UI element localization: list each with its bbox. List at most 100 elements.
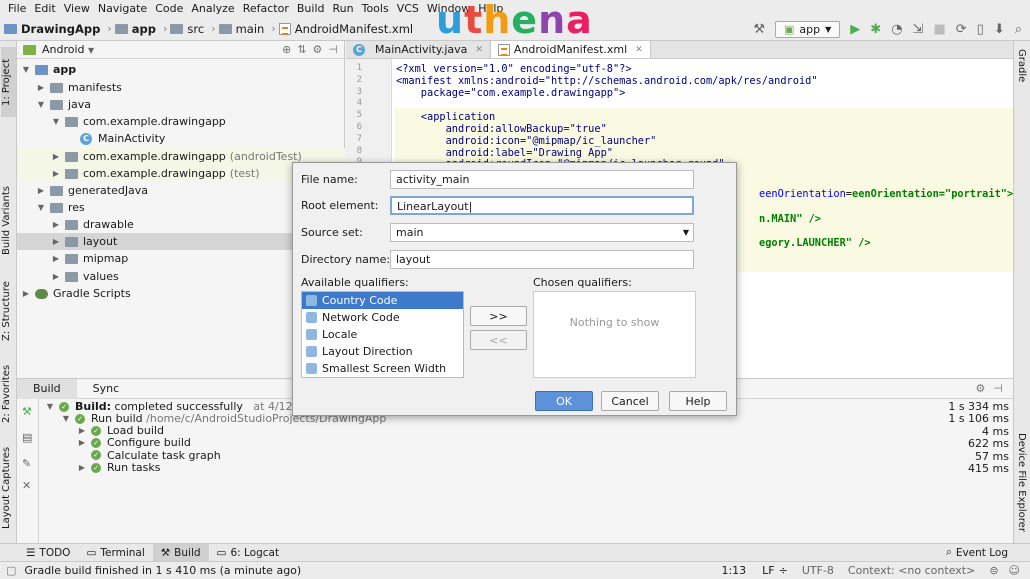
chevron-right-icon[interactable]: ▶ bbox=[51, 254, 61, 263]
toggle-view-icon[interactable]: ▤ bbox=[22, 431, 32, 444]
tree-item[interactable]: ▼ java bbox=[17, 96, 345, 113]
build-step-row[interactable]: ▶ ✓ Load build bbox=[77, 424, 164, 437]
attach-icon[interactable]: ⇲ bbox=[913, 22, 924, 37]
build-step-row[interactable]: ▶ ✓ Run tasks bbox=[77, 461, 161, 474]
breadcrumb-main[interactable]: main bbox=[218, 22, 264, 36]
chevron-down-icon[interactable]: ▼ bbox=[21, 65, 31, 74]
menu-item-edit[interactable]: Edit bbox=[30, 2, 59, 15]
chevron-right-icon[interactable]: ▶ bbox=[51, 237, 61, 246]
menu-item-navigate[interactable]: Navigate bbox=[94, 2, 151, 15]
remove-qualifier-button[interactable]: << bbox=[470, 330, 527, 350]
file-encoding[interactable]: UTF-8 bbox=[802, 564, 834, 577]
chevron-down-icon[interactable]: ▼ bbox=[36, 203, 46, 212]
chevron-right-icon[interactable]: ▶ bbox=[77, 438, 87, 447]
run-icon[interactable]: ▶ bbox=[850, 22, 860, 37]
debug-icon[interactable]: ✱ bbox=[870, 22, 881, 37]
close-icon[interactable]: ✕ bbox=[22, 479, 31, 492]
chevron-right-icon[interactable]: ▶ bbox=[36, 186, 46, 195]
pin-icon[interactable]: ✎ bbox=[22, 457, 31, 470]
chevron-right-icon[interactable]: ▶ bbox=[51, 169, 61, 178]
menu-item-file[interactable]: File bbox=[4, 2, 30, 15]
hide-panel-icon[interactable]: ⊣ bbox=[993, 382, 1003, 395]
avd-manager-icon[interactable]: ▯ bbox=[977, 22, 984, 37]
file-name-input[interactable]: activity_main bbox=[390, 170, 694, 189]
source-set-select[interactable]: main ▼ bbox=[390, 223, 694, 242]
build-tab[interactable]: ⚒ Build bbox=[152, 543, 209, 562]
project-view-select[interactable]: Android ▼ bbox=[42, 43, 94, 56]
menu-item-build[interactable]: Build bbox=[293, 2, 329, 15]
add-qualifier-button[interactable]: >> bbox=[470, 306, 527, 326]
build-step-row[interactable]: ✓ Calculate task graph bbox=[77, 449, 221, 462]
menu-item-vcs[interactable]: VCS bbox=[393, 2, 423, 15]
sdk-manager-icon[interactable]: ⬇ bbox=[994, 22, 1005, 37]
chevron-right-icon[interactable]: ▶ bbox=[77, 426, 87, 435]
cancel-button[interactable]: Cancel bbox=[601, 391, 659, 411]
chevron-right-icon[interactable]: ▶ bbox=[51, 152, 61, 161]
breadcrumb-app[interactable]: app bbox=[114, 22, 156, 36]
breadcrumb-file[interactable]: AndroidManifest.xml bbox=[278, 22, 413, 36]
tab-mainactivity[interactable]: C MainActivity.java ✕ bbox=[346, 41, 491, 58]
tree-item[interactable]: C MainActivity bbox=[17, 130, 345, 147]
menu-item-refactor[interactable]: Refactor bbox=[239, 2, 293, 15]
stop-icon[interactable]: ■ bbox=[933, 22, 945, 37]
chevron-down-icon[interactable]: ▼ bbox=[36, 100, 46, 109]
hide-panel-icon[interactable]: ⊣ bbox=[328, 43, 338, 56]
build-step-row[interactable]: ▶ ✓ Configure build bbox=[77, 436, 191, 449]
tab-androidmanifest[interactable]: AndroidManifest.xml ✕ bbox=[490, 41, 651, 58]
available-qualifiers-list[interactable]: Country Code Network Code Locale Layout Dir… bbox=[301, 291, 464, 378]
close-icon[interactable]: ✕ bbox=[475, 45, 483, 55]
menu-item-code[interactable]: Code bbox=[151, 2, 187, 15]
chevron-down-icon[interactable]: ▼ bbox=[51, 117, 61, 126]
menu-item-run[interactable]: Run bbox=[329, 2, 358, 15]
gear-icon[interactable]: ⚙ bbox=[976, 382, 986, 395]
gradle-tab[interactable]: Gradle bbox=[1016, 49, 1027, 82]
status-toggle-icon[interactable]: ▢ bbox=[6, 564, 16, 577]
device-file-explorer-tab[interactable]: Device File Explorer bbox=[1016, 433, 1027, 532]
profile-icon[interactable]: ◔ bbox=[891, 22, 902, 37]
tree-item[interactable]: ▼ com.example.drawingapp bbox=[17, 113, 345, 130]
line-separator[interactable]: LF bbox=[762, 564, 774, 577]
chevron-right-icon[interactable]: ▶ bbox=[51, 272, 61, 281]
menu-item-analyze[interactable]: Analyze bbox=[187, 2, 238, 15]
chevron-right-icon[interactable]: ▶ bbox=[51, 220, 61, 229]
terminal-tab[interactable]: ▭ Terminal bbox=[78, 544, 152, 562]
inspector-icon[interactable]: ☺ bbox=[1009, 564, 1020, 577]
hammer-icon[interactable]: ⚒ bbox=[22, 405, 32, 418]
event-log-tab[interactable]: ⌕ Event Log bbox=[938, 544, 1016, 562]
qualifier-item[interactable]: Network Code bbox=[302, 309, 463, 326]
hammer-icon[interactable]: ⚒ bbox=[753, 22, 765, 37]
collapse-all-icon[interactable]: ⇅ bbox=[297, 43, 306, 56]
qualifier-item[interactable]: Locale bbox=[302, 326, 463, 343]
layout-captures-tab[interactable]: Layout Captures bbox=[1, 443, 16, 533]
tree-item[interactable]: ▶ manifests bbox=[17, 79, 345, 96]
menu-item-tools[interactable]: Tools bbox=[358, 2, 393, 15]
chevron-right-icon[interactable]: ▶ bbox=[77, 463, 87, 472]
tab-sync[interactable]: Sync bbox=[77, 379, 136, 399]
menu-item-view[interactable]: View bbox=[60, 2, 94, 15]
favorites-tab[interactable]: 2: Favorites bbox=[1, 359, 16, 429]
root-element-input[interactable]: LinearLayout| bbox=[390, 196, 694, 215]
scroll-from-source-icon[interactable]: ⊕ bbox=[282, 43, 291, 56]
directory-name-input[interactable]: layout bbox=[390, 250, 694, 269]
help-button[interactable]: Help bbox=[669, 391, 727, 411]
chevron-right-icon[interactable]: ▶ bbox=[36, 83, 46, 92]
chevron-right-icon[interactable]: ▶ bbox=[21, 289, 31, 298]
chosen-qualifiers-list[interactable]: Nothing to show bbox=[533, 291, 696, 378]
breadcrumb-project[interactable]: DrawingApp bbox=[4, 22, 100, 36]
close-icon[interactable]: ✕ bbox=[635, 45, 643, 55]
gear-icon[interactable]: ⚙ bbox=[313, 43, 323, 56]
structure-tab[interactable]: Z: Structure bbox=[1, 276, 16, 346]
todo-tab[interactable]: ☰ TODO bbox=[18, 544, 78, 562]
qualifier-item[interactable]: Country Code bbox=[302, 292, 463, 309]
build-variants-tab[interactable]: Build Variants bbox=[1, 181, 16, 261]
tab-build[interactable]: Build bbox=[17, 378, 77, 399]
qualifier-item[interactable]: Layout Direction bbox=[302, 343, 463, 360]
caret-position[interactable]: 1:13 bbox=[721, 564, 746, 577]
ok-button[interactable]: OK bbox=[535, 391, 593, 411]
tree-item[interactable]: ▼ app bbox=[17, 61, 345, 78]
breadcrumb-src[interactable]: src bbox=[170, 22, 204, 36]
search-icon[interactable]: ⌕ bbox=[1015, 22, 1022, 37]
run-configuration-select[interactable]: ▣ app ▼ bbox=[775, 20, 841, 38]
sync-icon[interactable]: ⟳ bbox=[956, 22, 967, 37]
project-tool-tab[interactable]: 1: Project bbox=[1, 47, 16, 117]
